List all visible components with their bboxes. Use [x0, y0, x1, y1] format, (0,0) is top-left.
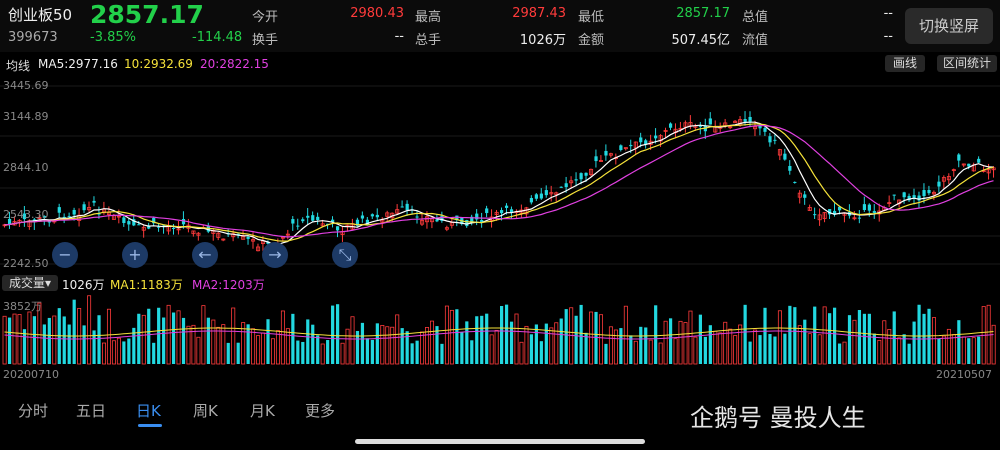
price-axis-4: 2543.30	[3, 208, 49, 221]
range-stats-button[interactable]: 区间统计	[937, 55, 997, 72]
open-value: 2980.43	[350, 6, 404, 21]
volume-axis-max: 3852万	[3, 300, 42, 313]
tab-monthly-k[interactable]: 月K	[250, 400, 275, 421]
start-date: 20200710	[3, 368, 59, 381]
volume-ma1: MA1:1183万	[110, 278, 183, 292]
end-date: 20210507	[936, 368, 992, 381]
ma-label[interactable]: 均线	[6, 57, 30, 74]
active-tab-indicator	[138, 424, 162, 427]
price-axis-1: 3445.69	[3, 79, 49, 92]
tab-daily-k[interactable]: 日K	[136, 400, 161, 421]
volume-ma2: MA2:1203万	[192, 278, 265, 292]
float-value-value: --	[883, 29, 893, 44]
tab-more[interactable]: 更多	[305, 400, 335, 421]
switch-portrait-button[interactable]: 切换竖屏	[905, 8, 993, 44]
watermark: 企鹅号 曼投人生	[690, 404, 866, 432]
change-percent: -3.85%	[90, 30, 136, 45]
home-indicator[interactable]	[355, 439, 645, 444]
draw-line-button[interactable]: 画线	[885, 55, 925, 72]
amount-value: 507.45亿	[671, 33, 731, 48]
volume-value: 1026万	[519, 33, 566, 48]
tab-intraday[interactable]: 分时	[18, 400, 48, 421]
collapse-icon[interactable]: ⤡	[332, 242, 358, 268]
index-code: 399673	[8, 30, 58, 45]
tab-weekly-k[interactable]: 周K	[193, 400, 218, 421]
tab-five-day[interactable]: 五日	[76, 400, 106, 421]
volume-indicator-select[interactable]: 成交量▾	[2, 275, 58, 291]
turnover-value: --	[394, 29, 404, 44]
price-axis-3: 2844.10	[3, 161, 49, 174]
ma20-value: 20:2822.15	[200, 57, 269, 71]
candlestick-chart[interactable]	[0, 76, 1000, 272]
zoom-out-icon[interactable]: −	[52, 242, 78, 268]
volume-current: 1026万	[62, 278, 105, 292]
scroll-left-icon[interactable]: ←	[192, 242, 218, 268]
index-name: 创业板50	[8, 6, 73, 24]
change-amount: -114.48	[192, 30, 243, 45]
zoom-in-icon[interactable]: +	[122, 242, 148, 268]
scroll-right-icon[interactable]: →	[262, 242, 288, 268]
high-value: 2987.43	[512, 6, 566, 21]
ma5-value: MA5:2977.16	[38, 57, 118, 71]
price-axis-2: 3144.89	[3, 110, 49, 123]
low-value: 2857.17	[676, 6, 730, 21]
volume-chart[interactable]	[0, 294, 1000, 366]
price-axis-5: 2242.50	[3, 257, 49, 270]
ma10-value: 10:2932.69	[124, 57, 193, 71]
total-value-value: --	[883, 6, 893, 21]
current-price: 2857.17	[90, 0, 204, 29]
